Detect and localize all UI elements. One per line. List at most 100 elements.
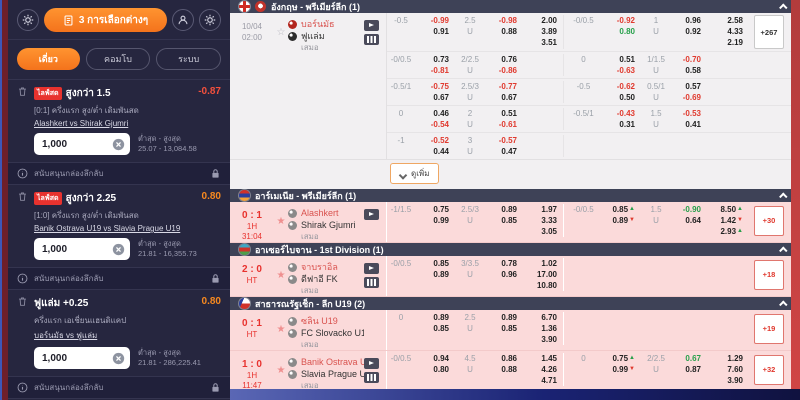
odds-value[interactable]: 0.85 — [501, 215, 517, 226]
odds-value[interactable]: 0.94 — [433, 353, 449, 364]
trash-icon[interactable] — [17, 296, 28, 307]
team-name[interactable]: FC Slovacko U19 — [288, 327, 364, 339]
odds-value[interactable]: 0.89 — [433, 269, 449, 280]
odds-value[interactable]: 3.05 — [541, 226, 557, 237]
odds-value[interactable]: 2.58 — [727, 15, 743, 26]
odds-value[interactable]: -0.86 — [499, 65, 517, 76]
stats-icon[interactable] — [364, 372, 379, 383]
odds-value[interactable]: -0.69 — [683, 92, 701, 103]
league-header[interactable]: สาธารณรัฐเช็ก - ลีก U19 (2) — [230, 297, 800, 310]
odds-value[interactable]: 3.51 — [541, 37, 557, 48]
odds-value[interactable]: 0.46 — [433, 108, 449, 119]
team-name[interactable]: บอร์นมัธ — [288, 18, 364, 30]
odds-value[interactable]: 0.85 — [433, 258, 449, 269]
more-markets-button[interactable]: +32 — [754, 355, 784, 385]
odds-value[interactable]: 0.89▼ — [612, 215, 635, 226]
odds-value[interactable]: 0.92 — [685, 26, 701, 37]
odds-value[interactable]: -0.61 — [499, 119, 517, 130]
odds-value[interactable]: 1.97 — [541, 204, 557, 215]
odds-value[interactable]: 2.93▲ — [720, 226, 743, 237]
league-header[interactable]: อาร์เมเนีย - พรีเมียร์ลีก (1) — [230, 189, 800, 202]
favorite-star-icon[interactable]: ★ — [274, 259, 288, 296]
more-markets-button[interactable]: +267 — [754, 15, 784, 49]
team-name[interactable]: จาบราอิล — [288, 261, 364, 273]
bet-match-link[interactable]: บอร์นมัธ vs ฟูแล่ม — [34, 329, 221, 342]
odds-value[interactable]: 0.99 — [433, 215, 449, 226]
league-header[interactable]: อังกฤษ - พรีเมียร์ลีก (1) — [230, 0, 800, 13]
odds-value[interactable]: 0.75▲ — [612, 353, 635, 364]
betslip-tab-1[interactable]: คอมโบ — [86, 48, 151, 70]
odds-value[interactable]: 8.50▲ — [720, 204, 743, 215]
odds-value[interactable]: 3.33 — [541, 215, 557, 226]
odds-value[interactable]: 0.76 — [501, 54, 517, 65]
odds-value[interactable]: 0.67 — [433, 92, 449, 103]
odds-value[interactable]: 0.31 — [619, 119, 635, 130]
odds-value[interactable]: -0.75 — [431, 81, 449, 92]
betslip-tab-2[interactable]: ระบบ — [156, 48, 221, 70]
stake-input[interactable]: 1,000 — [34, 238, 130, 260]
odds-value[interactable]: 0.64 — [685, 215, 701, 226]
video-icon[interactable] — [364, 358, 379, 369]
odds-value[interactable]: 0.85 — [501, 323, 517, 334]
odds-value[interactable]: 0.47 — [501, 146, 517, 157]
odds-value[interactable]: 10.80 — [537, 280, 557, 291]
odds-value[interactable]: 0.80 — [433, 364, 449, 375]
odds-value[interactable]: 0.57 — [685, 81, 701, 92]
odds-value[interactable]: 0.88 — [501, 26, 517, 37]
odds-value[interactable]: 0.87 — [685, 364, 701, 375]
odds-value[interactable]: 4.71 — [541, 375, 557, 386]
odds-value[interactable]: 0.99▼ — [612, 364, 635, 375]
betslip-tab-0[interactable]: เดี่ยว — [17, 48, 80, 70]
odds-value[interactable]: 0.67 — [685, 353, 701, 364]
odds-value[interactable]: 0.86 — [501, 353, 517, 364]
trash-icon[interactable] — [17, 191, 28, 202]
odds-value[interactable]: 0.89 — [501, 312, 517, 323]
odds-value[interactable]: 1.29 — [727, 353, 743, 364]
more-markets-button[interactable]: +30 — [754, 206, 784, 236]
video-icon[interactable] — [364, 263, 379, 274]
odds-value[interactable]: 0.78 — [501, 258, 517, 269]
odds-value[interactable]: -0.43 — [617, 108, 635, 119]
odds-value[interactable]: 0.91 — [433, 26, 449, 37]
stake-input[interactable]: 1,000 — [34, 347, 130, 369]
preferences-gear-icon[interactable] — [199, 9, 221, 31]
odds-value[interactable]: 3.90 — [727, 375, 743, 386]
odds-value[interactable]: 1.45 — [541, 353, 557, 364]
clear-stake-icon[interactable] — [112, 243, 125, 256]
odds-value[interactable]: -0.53 — [683, 108, 701, 119]
odds-value[interactable]: 0.67 — [501, 92, 517, 103]
odds-value[interactable]: 0.96 — [501, 269, 517, 280]
odds-value[interactable]: -0.81 — [431, 65, 449, 76]
odds-value[interactable]: 4.33 — [727, 26, 743, 37]
odds-value[interactable]: 0.58 — [685, 65, 701, 76]
team-name[interactable]: Banik Ostrava U19 — [288, 356, 364, 368]
clear-stake-icon[interactable] — [112, 352, 125, 365]
more-markets-button[interactable]: +19 — [754, 314, 784, 344]
odds-value[interactable]: 6.70 — [541, 312, 557, 323]
team-name[interactable]: ซลิน U19 — [288, 315, 364, 327]
odds-value[interactable]: -0.57 — [499, 135, 517, 146]
odds-value[interactable]: -0.54 — [431, 119, 449, 130]
odds-value[interactable]: -0.92 — [617, 15, 635, 26]
chevron-up-icon[interactable] — [779, 300, 787, 308]
odds-value[interactable]: 0.75 — [433, 204, 449, 215]
team-name[interactable]: Slavia Prague U19 — [288, 368, 364, 380]
odds-value[interactable]: 1.42▼ — [720, 215, 743, 226]
stake-input[interactable]: 1,000 — [34, 133, 130, 155]
odds-value[interactable]: 0.80 — [619, 26, 635, 37]
favorite-star-icon[interactable]: ★ — [274, 313, 288, 350]
video-icon[interactable] — [364, 20, 379, 31]
odds-value[interactable]: 0.73 — [433, 54, 449, 65]
favorite-star-icon[interactable]: ★ — [274, 205, 288, 242]
team-name[interactable]: Alashkert — [288, 207, 364, 219]
video-icon[interactable] — [364, 209, 379, 220]
team-name[interactable]: ฟูแล่ม — [288, 30, 364, 42]
trash-icon[interactable] — [17, 86, 28, 97]
odds-value[interactable]: 0.89 — [433, 312, 449, 323]
odds-value[interactable]: 1.02 — [541, 258, 557, 269]
more-markets-button[interactable]: +18 — [754, 260, 784, 290]
chevron-up-icon[interactable] — [779, 192, 787, 200]
league-header[interactable]: อาเซอร์ไบจาน - 1st Division (1) — [230, 243, 800, 256]
odds-value[interactable]: 2.00 — [541, 15, 557, 26]
odds-value[interactable]: 3.89 — [541, 26, 557, 37]
